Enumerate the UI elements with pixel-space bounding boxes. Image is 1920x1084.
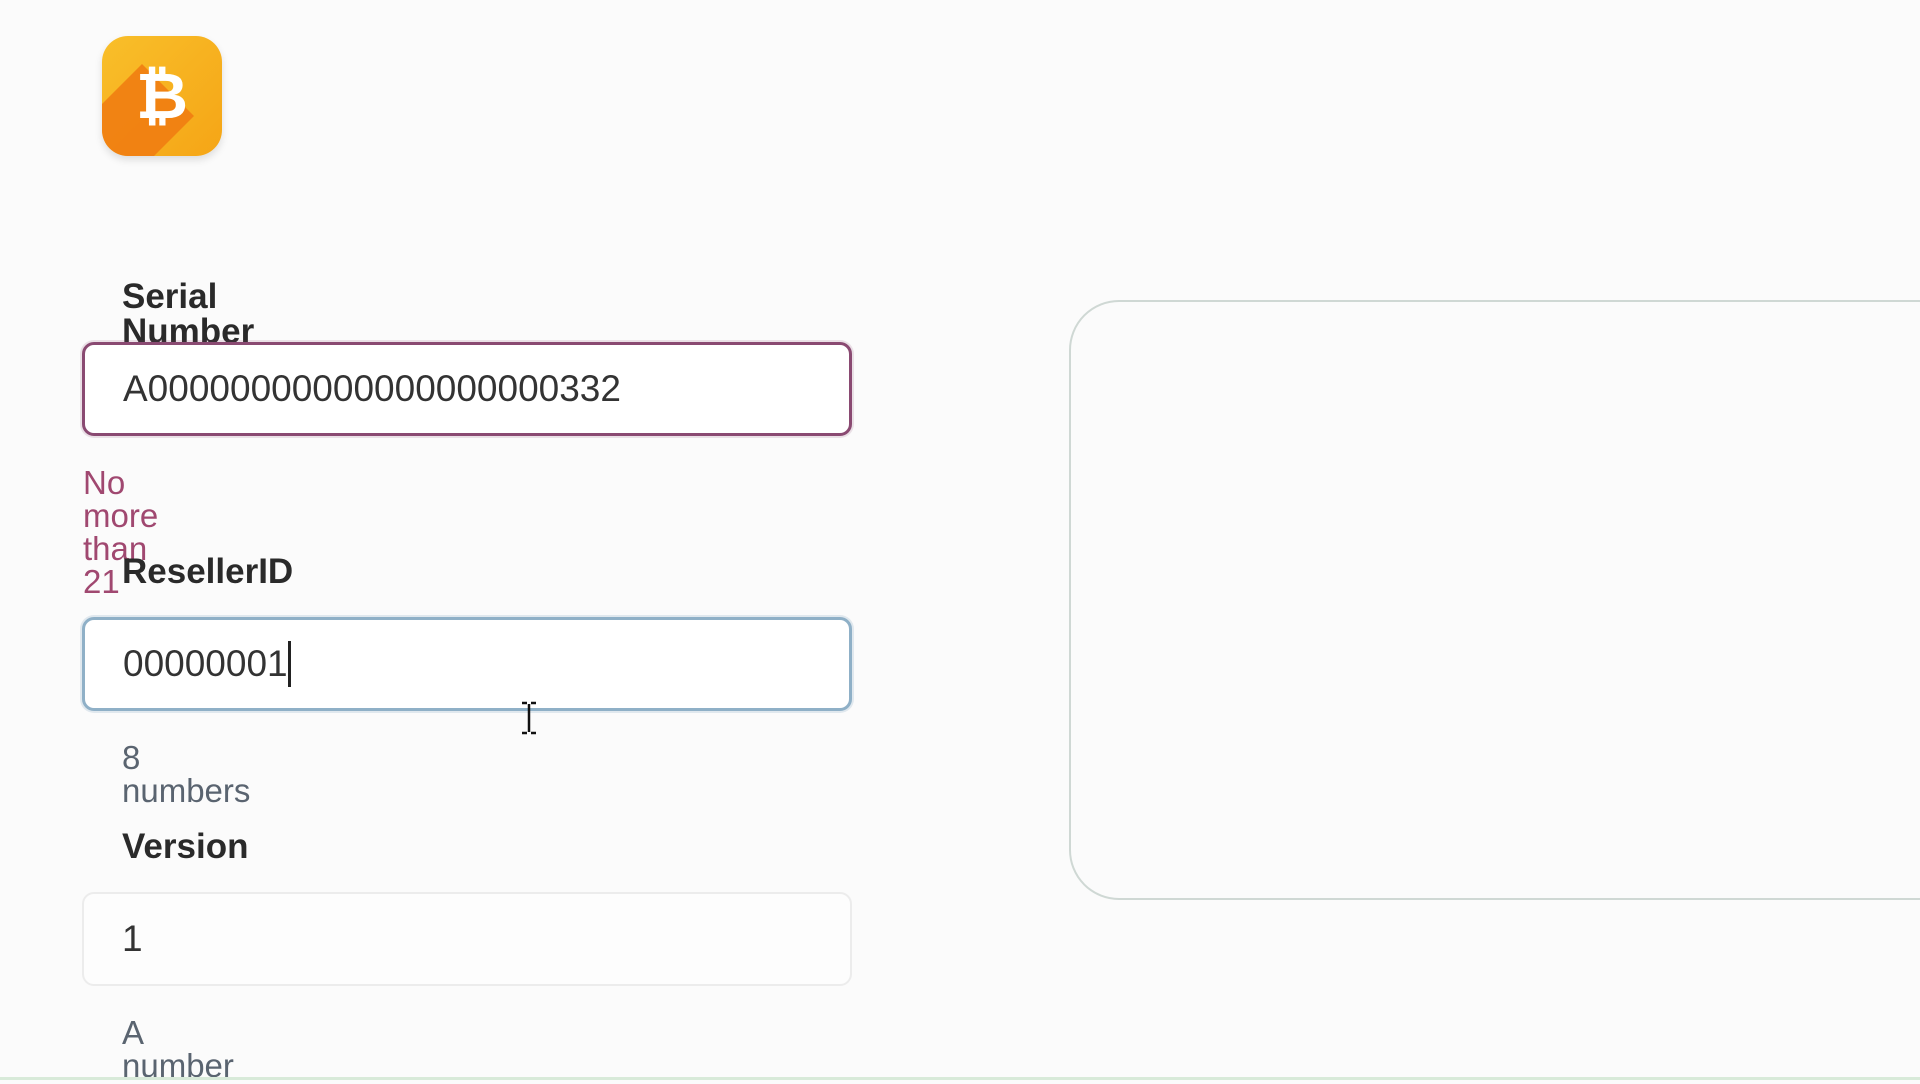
serial-number-input[interactable]: [82, 342, 852, 436]
reseller-id-input[interactable]: [82, 617, 852, 711]
version-input[interactable]: [82, 892, 852, 986]
text-caret: [288, 641, 291, 687]
svg-text:₿: ₿: [136, 60, 188, 134]
app-logo: ₿: [102, 36, 222, 156]
preview-panel: [1069, 300, 1920, 900]
version-hint: A number: [122, 1014, 234, 1084]
mouse-ibeam-cursor-icon: [522, 701, 536, 735]
bitcoin-icon: ₿: [102, 36, 222, 156]
version-label: Version: [122, 827, 249, 866]
reseller-id-label: ResellerID: [122, 552, 294, 591]
reseller-id-hint: 8 numbers: [122, 739, 251, 809]
serial-number-label: Serial Number: [122, 277, 255, 351]
